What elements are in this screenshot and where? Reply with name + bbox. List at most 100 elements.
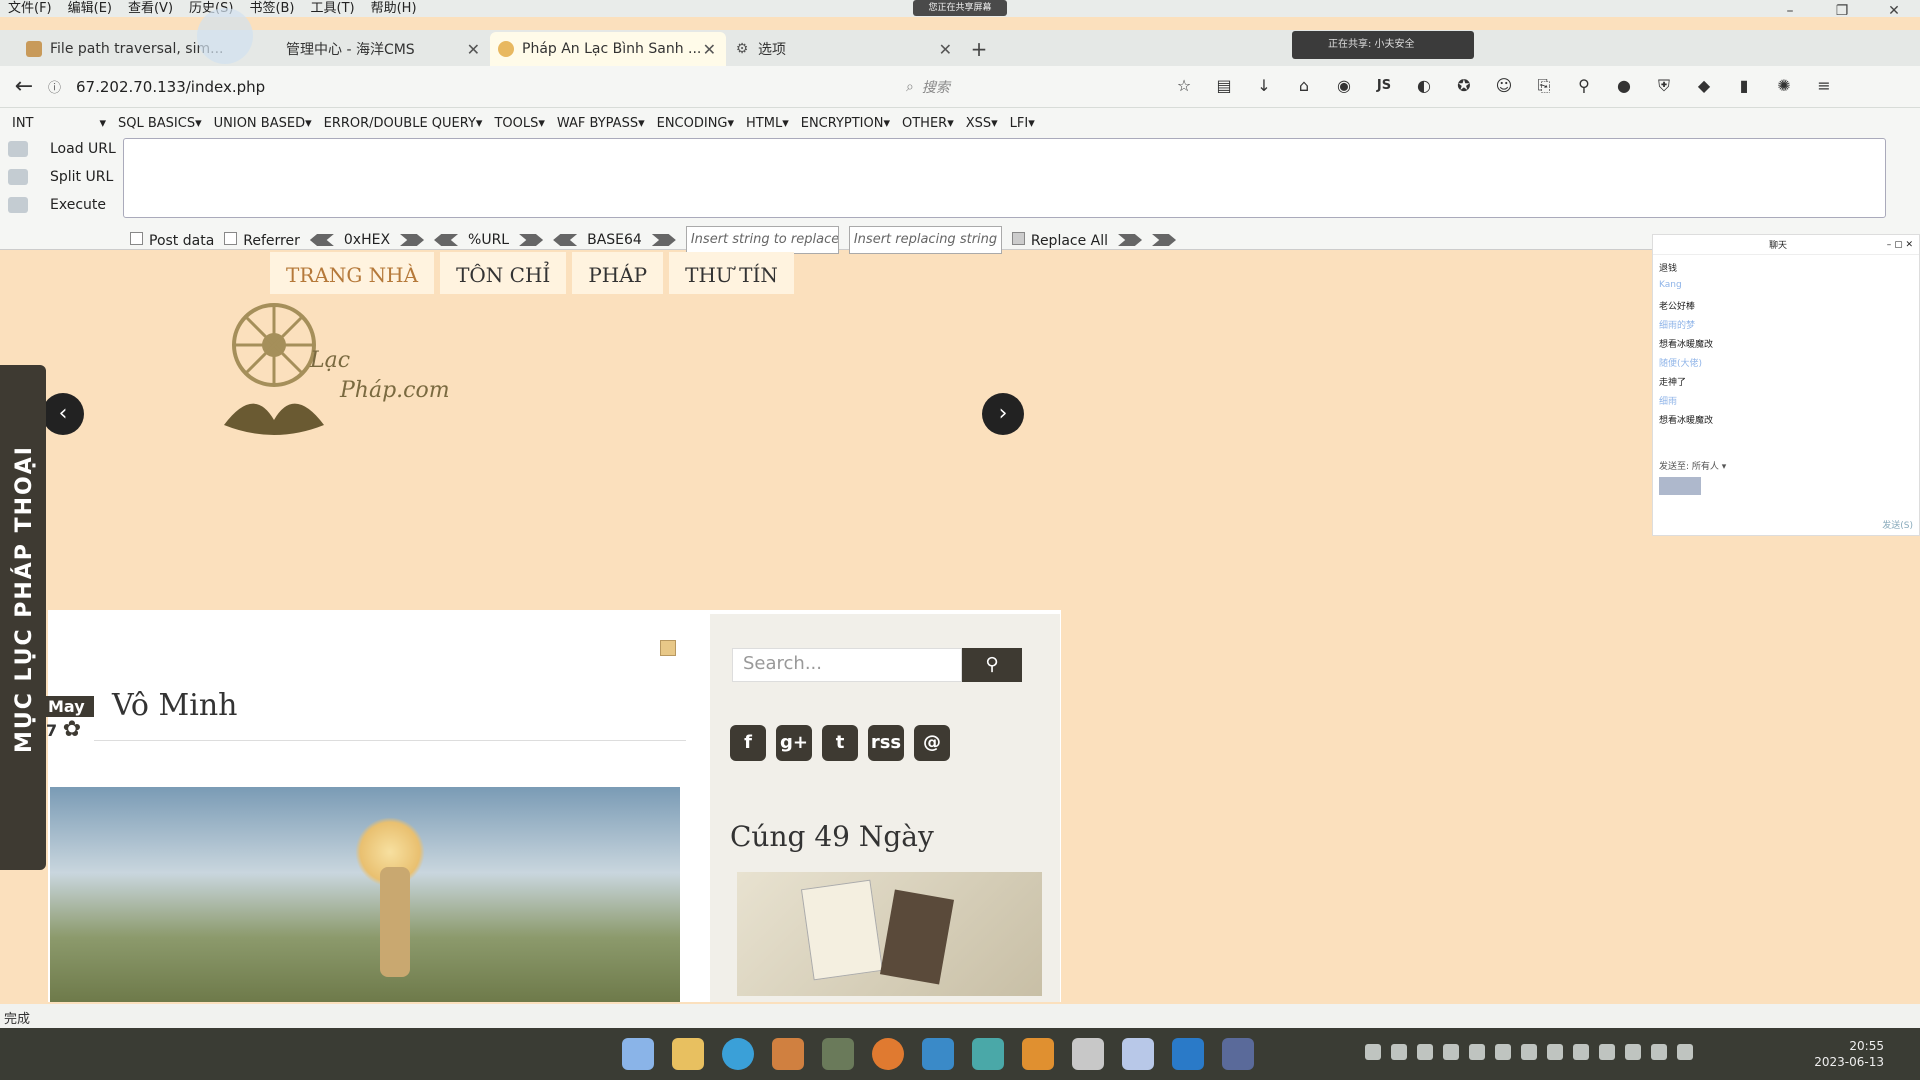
site-nav-thu-tin[interactable]: THƯ TÍN xyxy=(669,252,794,294)
side-index-tab[interactable]: MỤC LỤC PHÁP THOẠI xyxy=(0,365,46,870)
load-url-button[interactable]: Load URL xyxy=(8,138,116,160)
app-icon[interactable] xyxy=(772,1038,804,1070)
post-data-checkbox[interactable]: Post data xyxy=(130,231,214,249)
microphone-icon[interactable] xyxy=(1599,1044,1615,1060)
adblock-icon[interactable]: ● xyxy=(1612,74,1636,98)
hackbar-menu-encryption[interactable]: ENCRYPTION▾ xyxy=(801,116,890,131)
site-nav-ton-chi[interactable]: TÔN CHỈ xyxy=(440,252,567,294)
volume-icon[interactable] xyxy=(1677,1044,1693,1060)
reading-list-icon[interactable]: ▤ xyxy=(1212,74,1236,98)
hackbar-url-textarea[interactable] xyxy=(123,138,1886,218)
base64-encode-arrow-icon[interactable] xyxy=(651,234,676,246)
rss-icon[interactable]: rss xyxy=(868,725,904,761)
post-hero-image[interactable] xyxy=(50,787,680,1002)
slider-prev-button[interactable]: ‹ xyxy=(42,393,84,435)
extension-icon[interactable]: ▮ xyxy=(1732,74,1756,98)
google-plus-icon[interactable]: g+ xyxy=(776,725,812,761)
menu-file[interactable]: 文件(F) xyxy=(8,0,52,17)
replace-arrow-icon[interactable] xyxy=(1118,234,1143,246)
hex-decode-arrow-icon[interactable] xyxy=(309,234,334,246)
extension-icon[interactable]: ⎘ xyxy=(1532,74,1556,98)
chat-input[interactable] xyxy=(1659,477,1701,495)
tray-icon[interactable] xyxy=(1573,1044,1589,1060)
hackbar-menu-xss[interactable]: XSS▾ xyxy=(966,116,998,131)
menu-bookmarks[interactable]: 书签(B) xyxy=(249,0,294,17)
close-tab-icon[interactable]: ✕ xyxy=(703,40,716,59)
url-bar[interactable]: ⓘ 67.202.70.133/index.php xyxy=(48,72,953,102)
app-icon[interactable] xyxy=(1072,1038,1104,1070)
vscode-icon[interactable] xyxy=(1172,1038,1204,1070)
js-icon[interactable]: JS xyxy=(1372,74,1396,98)
hackbar-menu-other[interactable]: OTHER▾ xyxy=(902,116,954,131)
edit-icon[interactable] xyxy=(660,640,676,656)
slider-next-button[interactable]: › xyxy=(982,393,1024,435)
url-decode-arrow-icon[interactable] xyxy=(434,234,459,246)
menu-icon[interactable]: ≡ xyxy=(1812,74,1836,98)
chat-window-controls[interactable]: – ▢ ✕ xyxy=(1887,240,1913,250)
site-search-button[interactable]: ⚲ xyxy=(962,648,1022,682)
hackbar-menu-tools[interactable]: TOOLS▾ xyxy=(494,116,544,131)
extension-icon[interactable]: ☺ xyxy=(1492,74,1516,98)
tab-options[interactable]: ⚙ 选项 ✕ xyxy=(726,32,962,66)
type-select[interactable]: INT ▾ xyxy=(12,116,106,131)
replace-arrow-icon[interactable] xyxy=(1152,234,1177,246)
new-tab-button[interactable]: + xyxy=(962,32,996,66)
close-tab-icon[interactable]: ✕ xyxy=(939,40,952,59)
tray-icon[interactable] xyxy=(1391,1044,1407,1060)
url-encode-arrow-icon[interactable] xyxy=(519,234,544,246)
edge-icon[interactable] xyxy=(722,1038,754,1070)
execute-button[interactable]: Execute xyxy=(8,194,116,216)
hackbar-menu-encoding[interactable]: ENCODING▾ xyxy=(657,116,734,131)
chat-send-button[interactable]: 发送(S) xyxy=(1882,518,1913,531)
extension-icon[interactable]: ✺ xyxy=(1772,74,1796,98)
info-icon[interactable]: ⓘ xyxy=(48,77,76,96)
menu-help[interactable]: 帮助(H) xyxy=(371,0,417,17)
tab-phap-an-lac[interactable]: Pháp An Lạc Bình Sanh ... ✕ xyxy=(490,32,726,66)
tab-admin-cms[interactable]: 管理中心 - 海洋CMS ✕ xyxy=(254,32,490,66)
file-explorer-icon[interactable] xyxy=(672,1038,704,1070)
menu-view[interactable]: 查看(V) xyxy=(128,0,173,17)
email-icon[interactable]: @ xyxy=(914,725,950,761)
site-nav-home[interactable]: TRANG NHÀ xyxy=(270,252,435,294)
split-url-button[interactable]: Split URL xyxy=(8,166,116,188)
extension-icon[interactable]: ✪ xyxy=(1452,74,1476,98)
tray-icon[interactable] xyxy=(1469,1044,1485,1060)
tray-icon[interactable] xyxy=(1443,1044,1459,1060)
clock[interactable]: 20:55 2023-06-13 xyxy=(1814,1038,1884,1070)
hackbar-menu-lfi[interactable]: LFI▾ xyxy=(1010,116,1035,131)
tray-icon[interactable] xyxy=(1365,1044,1381,1060)
menu-tools[interactable]: 工具(T) xyxy=(311,0,355,17)
chat-send-to[interactable]: 发送至: 所有人 ▾ xyxy=(1659,459,1726,472)
hackbar-menu-sql-basics[interactable]: SQL BASICS▾ xyxy=(118,116,202,131)
tray-icon[interactable] xyxy=(1495,1044,1511,1060)
close-icon[interactable]: ✕ xyxy=(1868,0,1920,22)
hackbar-menu-error-query[interactable]: ERROR/DOUBLE QUERY▾ xyxy=(324,116,483,131)
start-icon[interactable] xyxy=(622,1038,654,1070)
network-icon[interactable] xyxy=(1651,1044,1667,1060)
firefox-icon[interactable] xyxy=(872,1038,904,1070)
search-bar[interactable]: ⌕ 搜索 xyxy=(906,72,1136,102)
extension-icon[interactable]: ◐ xyxy=(1412,74,1436,98)
language-icon[interactable] xyxy=(1625,1044,1641,1060)
replace-string-input[interactable]: Insert string to replace xyxy=(685,226,839,254)
shield-icon[interactable]: ⛨ xyxy=(1652,74,1676,98)
hex-encode-arrow-icon[interactable] xyxy=(400,234,425,246)
app-icon[interactable] xyxy=(922,1038,954,1070)
site-nav-phap[interactable]: PHÁP xyxy=(572,252,664,294)
menu-edit[interactable]: 编辑(E) xyxy=(68,0,112,17)
tray-icon[interactable] xyxy=(1417,1044,1433,1060)
tray-icon[interactable] xyxy=(1521,1044,1537,1060)
widget-image[interactable] xyxy=(737,872,1042,996)
site-search-input[interactable]: Search... xyxy=(732,648,962,682)
home-icon[interactable]: ⌂ xyxy=(1292,74,1316,98)
replacing-string-input[interactable]: Insert replacing string xyxy=(848,226,1002,254)
minimize-icon[interactable]: – xyxy=(1764,0,1816,22)
extension-icon[interactable]: ◆ xyxy=(1692,74,1716,98)
globe-icon[interactable]: ◉ xyxy=(1332,74,1356,98)
download-icon[interactable]: ↓ xyxy=(1252,74,1276,98)
bookmark-star-icon[interactable]: ☆ xyxy=(1172,74,1196,98)
back-arrow-icon[interactable]: ← xyxy=(0,74,48,99)
base64-decode-arrow-icon[interactable] xyxy=(553,234,578,246)
close-tab-icon[interactable]: ✕ xyxy=(467,40,480,59)
twitter-icon[interactable]: t xyxy=(822,725,858,761)
